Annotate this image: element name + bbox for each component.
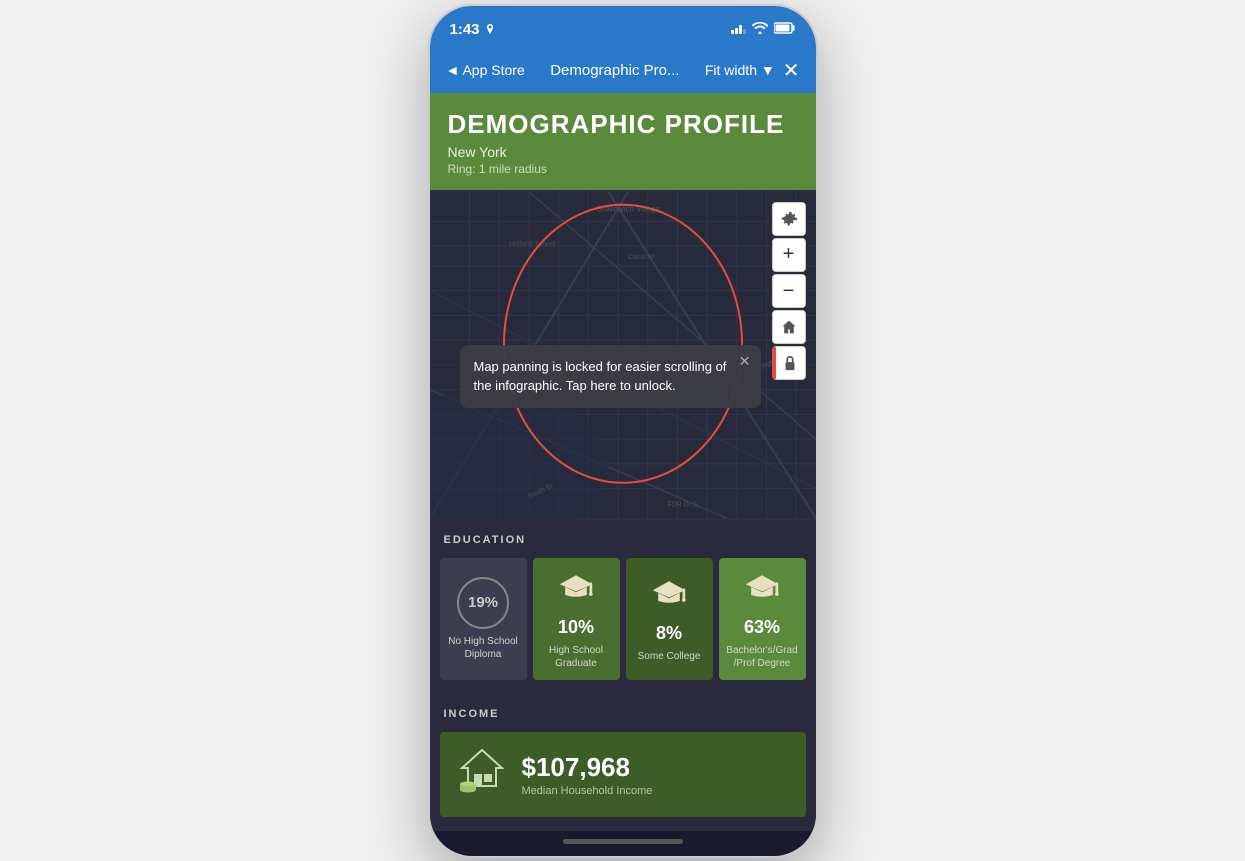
content-area: DEMOGRAPHIC PROFILE New York Ring: 1 mil… bbox=[430, 93, 816, 831]
status-bar: 1:43 bbox=[430, 6, 816, 50]
map-section[interactable]: Greenwich Village Holland Tunnel Canal S… bbox=[430, 190, 816, 520]
edu-percent-hs-grad: 10% bbox=[558, 617, 594, 638]
home-bar bbox=[563, 839, 683, 844]
edu-label-no-diploma: No High School Diploma bbox=[446, 635, 521, 661]
grad-cap-icon-3 bbox=[744, 568, 780, 611]
tooltip-close-button[interactable]: ✕ bbox=[739, 351, 751, 372]
income-section: INCOME $107,968 Medi bbox=[430, 694, 816, 831]
edu-card-some-college: 8% Some College bbox=[626, 558, 713, 680]
home-indicator bbox=[430, 831, 816, 856]
edu-label-some-college: Some College bbox=[638, 650, 701, 663]
map-home-button[interactable] bbox=[772, 310, 806, 344]
edu-label-bachelors: Bachelor's/Grad /Prof Degree bbox=[725, 644, 800, 670]
close-button[interactable]: ✕ bbox=[783, 58, 800, 83]
edu-card-no-diploma: 19% No High School Diploma bbox=[440, 558, 527, 680]
nav-bar: ◄ App Store Demographic Pro... Fit width… bbox=[430, 50, 816, 93]
map-settings-button[interactable] bbox=[772, 202, 806, 236]
edu-card-hs-grad: 10% High School Graduate bbox=[533, 558, 620, 680]
wifi-icon bbox=[752, 22, 768, 37]
education-grid: 19% No High School Diploma 10% bbox=[440, 558, 806, 680]
education-title: EDUCATION bbox=[440, 534, 806, 546]
tooltip-text: Map panning is locked for easier scrolli… bbox=[474, 359, 727, 394]
page-title: DEMOGRAPHIC PROFILE bbox=[448, 109, 798, 140]
grad-cap-icon-1 bbox=[558, 568, 594, 611]
ring-text: Ring: 1 mile radius bbox=[448, 162, 798, 176]
edu-percent-no-diploma: 19% bbox=[457, 577, 509, 629]
location-text: New York bbox=[448, 144, 798, 160]
time-display: 1:43 bbox=[450, 21, 480, 38]
income-title: INCOME bbox=[440, 708, 806, 720]
demo-header: DEMOGRAPHIC PROFILE New York Ring: 1 mil… bbox=[430, 93, 816, 190]
signal-bar-1 bbox=[731, 30, 734, 34]
income-card: $107,968 Median Household Income bbox=[440, 732, 806, 817]
map-zoom-out-button[interactable]: − bbox=[772, 274, 806, 308]
edu-percent-bachelors: 63% bbox=[744, 617, 780, 638]
map-lock-button[interactable] bbox=[772, 346, 806, 380]
house-money-icon bbox=[456, 746, 508, 803]
fit-width-button[interactable]: Fit width ▼ bbox=[705, 62, 775, 78]
map-zoom-in-button[interactable]: + bbox=[772, 238, 806, 272]
map-controls: + − bbox=[772, 202, 806, 380]
status-time: 1:43 bbox=[450, 21, 496, 38]
income-info: $107,968 Median Household Income bbox=[522, 752, 653, 797]
svg-text:Canal St: Canal St bbox=[627, 253, 654, 260]
edu-card-bachelors: 63% Bachelor's/Grad /Prof Degree bbox=[719, 558, 806, 680]
svg-text:Greenwich Village: Greenwich Village bbox=[596, 204, 660, 213]
battery-icon bbox=[774, 22, 796, 37]
edu-percent-some-college: 8% bbox=[656, 623, 682, 644]
education-section: EDUCATION 19% No High School Diploma bbox=[430, 520, 816, 694]
map-tooltip[interactable]: ✕ Map panning is locked for easier scrol… bbox=[460, 345, 761, 408]
signal-bar-4 bbox=[743, 29, 746, 34]
svg-text:FDR Dr S: FDR Dr S bbox=[667, 501, 697, 508]
back-button[interactable]: ◄ App Store bbox=[446, 62, 525, 78]
signal-bar-2 bbox=[735, 28, 738, 34]
income-label: Median Household Income bbox=[522, 785, 653, 797]
back-label[interactable]: ◄ App Store bbox=[446, 62, 525, 78]
signal-bar-3 bbox=[739, 25, 742, 34]
nav-title: Demographic Pro... bbox=[550, 62, 679, 79]
signal-bars bbox=[731, 25, 746, 34]
income-value: $107,968 bbox=[522, 752, 653, 783]
grad-cap-icon-2 bbox=[651, 574, 687, 617]
location-icon bbox=[484, 24, 496, 36]
phone-frame: 1:43 ◄ App Store Demographic Pro... Fit … bbox=[428, 4, 818, 858]
nav-controls: Fit width ▼ ✕ bbox=[705, 58, 800, 83]
edu-label-hs-grad: High School Graduate bbox=[539, 644, 614, 670]
svg-text:Holland Tunnel: Holland Tunnel bbox=[509, 241, 556, 248]
status-icons bbox=[731, 22, 796, 37]
